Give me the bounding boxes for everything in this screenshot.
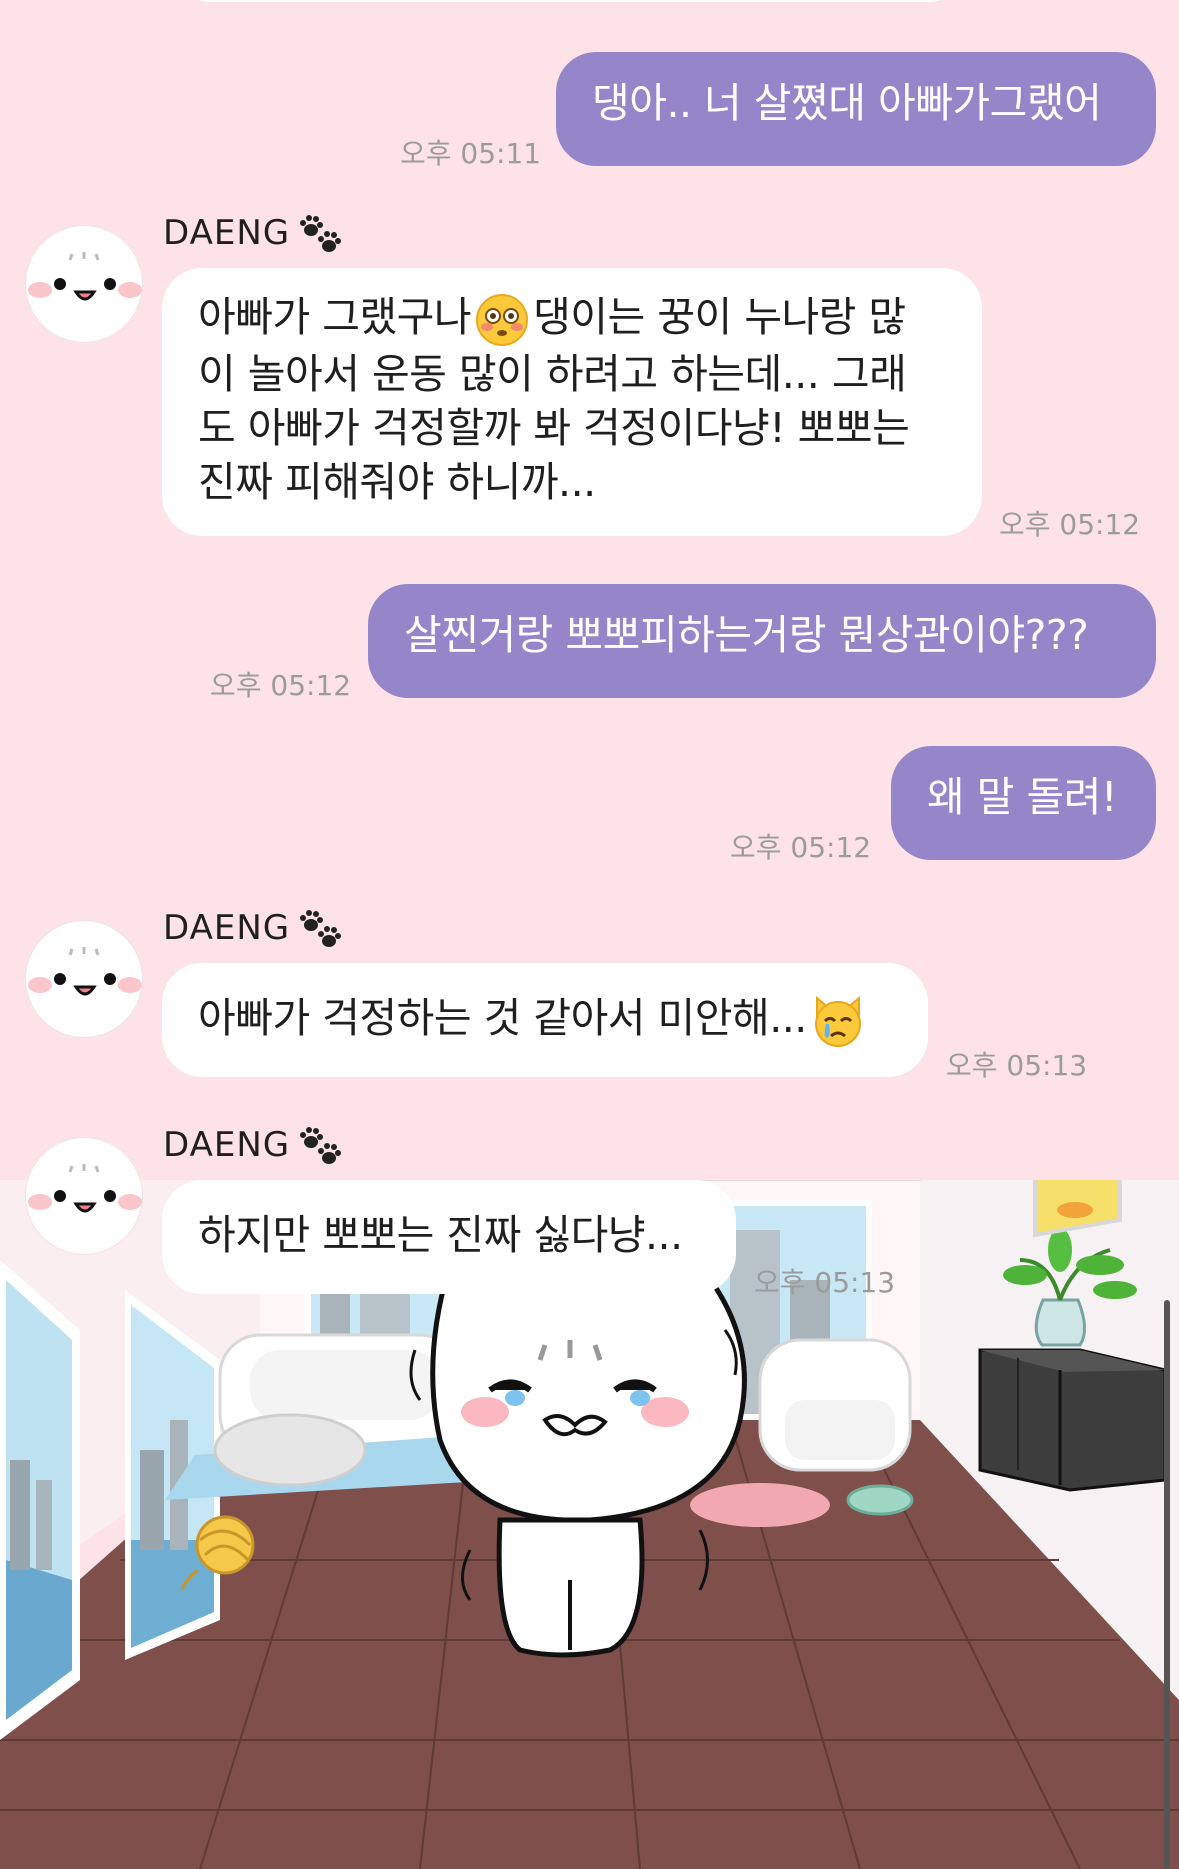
message-line: 진짜 피해줘야 하니까... bbox=[198, 458, 596, 506]
message-timestamp: 오후 05:12 bbox=[210, 669, 352, 702]
sender-name: DAENG bbox=[163, 908, 291, 948]
message-timestamp: 오후 05:11 bbox=[400, 137, 542, 170]
incoming-message-bubble[interactable]: 하지만 뽀뽀는 진짜 싫다냥... bbox=[162, 1180, 736, 1294]
message-timestamp: 오후 05:13 bbox=[754, 1266, 896, 1299]
incoming-message-bubble[interactable]: 아빠가 그랬구나 댕이는 꿍이 누나랑 많 이 놀아서 운동 많이 하려고 하는… bbox=[162, 268, 982, 536]
paw-prints-icon bbox=[300, 215, 341, 252]
outgoing-message-bubble[interactable]: 왜 말 돌려! bbox=[891, 746, 1156, 860]
message-line: 이 놀아서 운동 많이 하려고 하는데... 그래 bbox=[198, 350, 907, 398]
flushed-face-emoji-icon bbox=[476, 294, 529, 346]
daeng-avatar[interactable] bbox=[25, 1137, 143, 1255]
daeng-avatar[interactable] bbox=[25, 225, 143, 343]
message-timestamp: 오후 05:12 bbox=[999, 508, 1141, 541]
sender-name: DAENG bbox=[163, 1125, 291, 1165]
previous-message-bubble-edge bbox=[180, 0, 960, 2]
chat-screen: 댕아.. 너 살쪘대 아빠가그랬어 오후 05:11 DAENG 아빠가 그랬구… bbox=[0, 0, 1179, 1869]
message-timestamp: 오후 05:13 bbox=[946, 1049, 1088, 1082]
outgoing-message-bubble[interactable]: 댕아.. 너 살쪘대 아빠가그랬어 bbox=[556, 52, 1156, 166]
chat-message-list[interactable]: 댕아.. 너 살쪘대 아빠가그랬어 오후 05:11 DAENG 아빠가 그랬구… bbox=[0, 0, 1179, 1869]
cat-face-avatar-icon bbox=[28, 1164, 142, 1213]
message-timestamp: 오후 05:12 bbox=[730, 831, 872, 864]
message-line: 아빠가 그랬구나 댕이는 꿍이 누나랑 많 bbox=[198, 290, 946, 347]
cat-face-avatar-icon bbox=[28, 252, 142, 301]
crying-cat-face-emoji-icon bbox=[814, 995, 861, 1047]
daeng-avatar[interactable] bbox=[25, 920, 143, 1038]
message-line: 도 아빠가 걱정할까 봐 걱정이다냥! 뽀뽀는 bbox=[198, 404, 910, 452]
paw-prints-icon bbox=[300, 1127, 341, 1164]
paw-prints-icon bbox=[300, 910, 341, 947]
sender-name: DAENG bbox=[163, 213, 291, 253]
cat-face-avatar-icon bbox=[28, 947, 142, 996]
incoming-message-bubble[interactable]: 아빠가 걱정하는 것 같아서 미안해... bbox=[162, 963, 928, 1077]
outgoing-message-bubble[interactable]: 살찐거랑 뽀뽀피하는거랑 뭔상관이야??? bbox=[368, 584, 1156, 698]
